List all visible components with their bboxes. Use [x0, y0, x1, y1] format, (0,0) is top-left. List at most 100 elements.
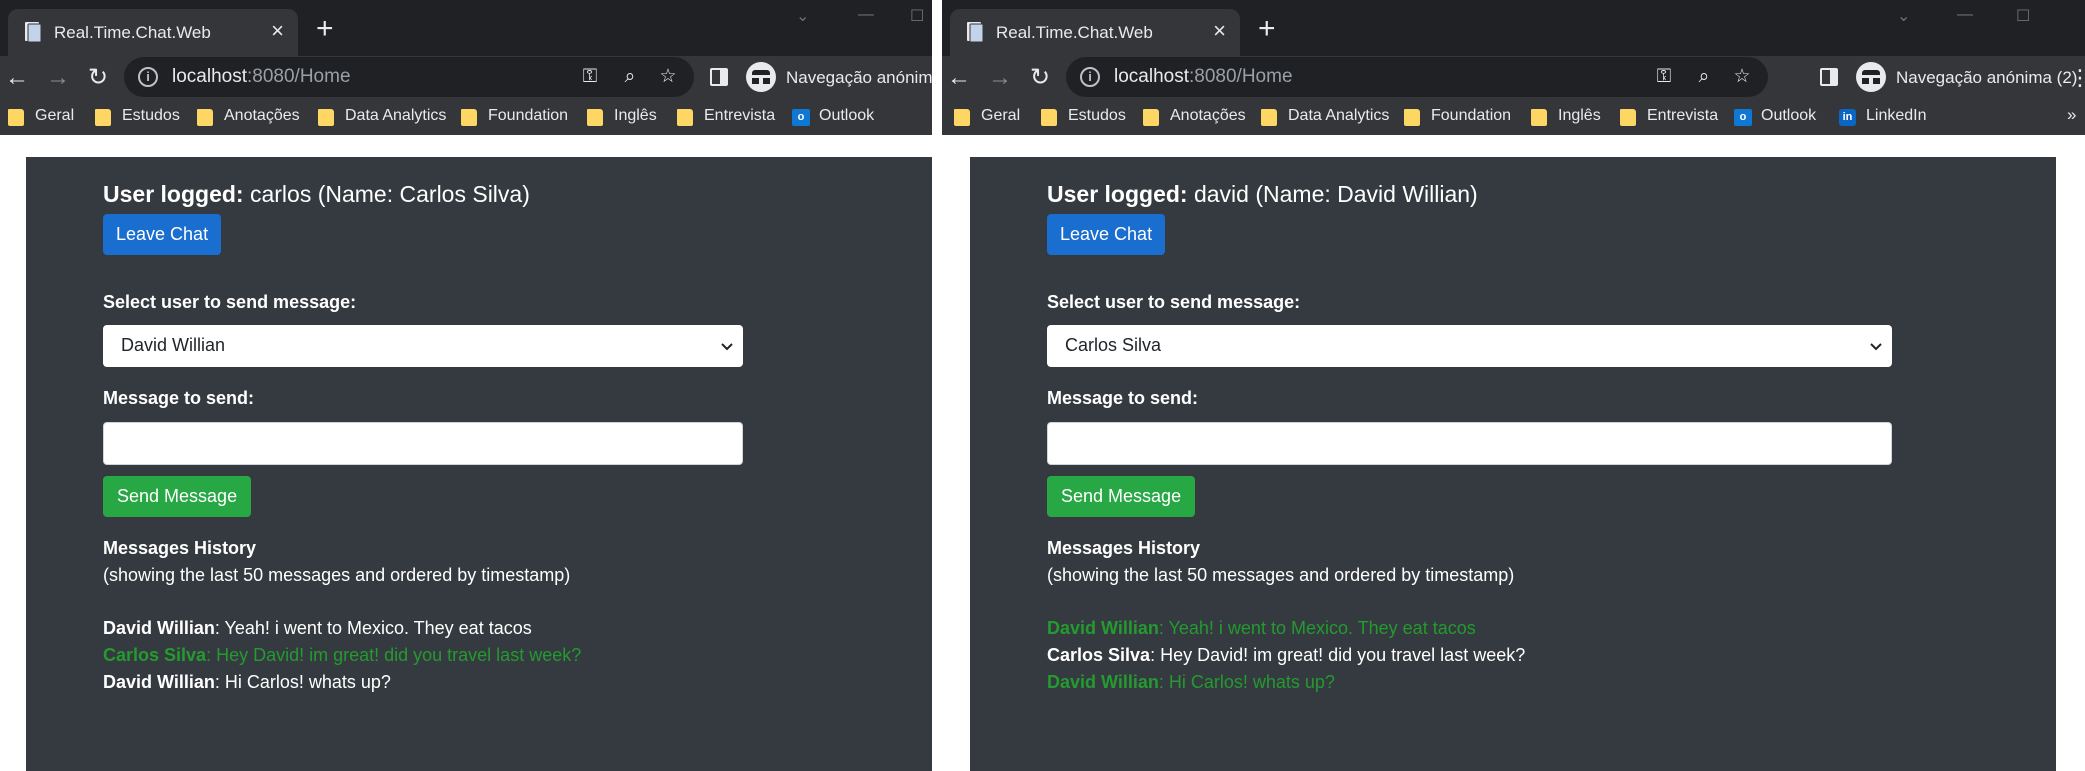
chat-panel: User logged: david (Name: David Willian)… — [970, 157, 2056, 771]
page-content: User logged: david (Name: David Willian)… — [942, 135, 2085, 771]
folder-icon — [954, 109, 970, 126]
messages-history-title: Messages History — [103, 538, 257, 558]
folder-icon — [1143, 109, 1159, 126]
chevron-down-icon[interactable]: ⌄ — [796, 6, 809, 26]
url-text: localhost:8080/Home — [172, 66, 351, 87]
page-icon — [25, 22, 42, 43]
chevron-down-icon — [721, 343, 733, 351]
folder-icon — [461, 109, 477, 126]
folder-icon — [1404, 109, 1420, 126]
tab-title: Real.Time.Chat.Web — [54, 23, 211, 42]
folder-icon — [95, 109, 111, 126]
window-divider — [932, 0, 942, 771]
message-item: David Willian: Hi Carlos! whats up? — [1047, 672, 1335, 692]
folder-icon — [587, 109, 603, 126]
incognito-label: Navegação anónima (2) — [1896, 68, 2078, 87]
message-item: David Willian: Yeah! i went to Mexico. T… — [1047, 618, 1476, 638]
folder-icon — [8, 109, 24, 126]
message-item: David Willian: Yeah! i went to Mexico. T… — [103, 618, 532, 638]
select-user-dropdown[interactable]: Carlos Silva — [1047, 325, 1892, 367]
info-icon[interactable]: i — [1080, 67, 1100, 87]
page-content: User logged: carlos (Name: Carlos Silva)… — [0, 135, 932, 771]
arrow-right-icon[interactable]: → — [984, 62, 1016, 94]
key-icon[interactable]: ⚿ — [1652, 65, 1676, 89]
side-panel-icon[interactable] — [710, 68, 728, 86]
tab-strip: Real.Time.Chat.Web × + ⌄ — ☐ — [942, 0, 2085, 56]
leave-chat-button[interactable]: Leave Chat — [103, 214, 222, 255]
tab-strip: Real.Time.Chat.Web × + ⌄ — ☐ — [0, 0, 932, 56]
minimize-icon[interactable]: — — [1957, 6, 1973, 24]
linkedin-icon: in — [1839, 109, 1856, 126]
reload-icon[interactable]: ↻ — [82, 62, 114, 94]
chevron-down-icon[interactable]: ⌄ — [1897, 6, 1910, 26]
new-tab-icon[interactable]: + — [316, 14, 334, 44]
bookmarks-bar: Geral Estudos Anotações Data Analytics F… — [942, 100, 2085, 134]
arrow-left-icon[interactable]: ← — [943, 62, 975, 94]
star-icon[interactable]: ☆ — [656, 65, 680, 89]
maximize-icon[interactable]: ☐ — [910, 6, 924, 26]
select-user-dropdown[interactable]: David Willian — [103, 325, 743, 367]
tab-close-icon[interactable]: × — [1213, 19, 1226, 43]
message-item: Carlos Silva: Hey David! im great! did y… — [1047, 645, 1526, 665]
key-icon[interactable]: ⚿ — [578, 65, 602, 89]
chat-panel: User logged: carlos (Name: Carlos Silva)… — [26, 157, 932, 771]
star-icon[interactable]: ☆ — [1730, 65, 1754, 89]
outlook-icon: o — [792, 109, 810, 126]
folder-icon — [197, 109, 213, 126]
browser-window-right: Real.Time.Chat.Web × + ⌄ — ☐ ← → ↻ i loc… — [942, 0, 2085, 771]
folder-icon — [318, 109, 334, 126]
incognito-label: Navegação anónima (2 — [786, 68, 932, 87]
reload-icon[interactable]: ↻ — [1024, 62, 1056, 94]
side-panel-icon[interactable] — [1820, 68, 1838, 86]
bookmarks-bar: Geral Estudos Anotações Data Analytics F… — [0, 100, 932, 134]
message-label: Message to send: — [103, 388, 255, 408]
bookmarks-more-icon[interactable]: » — [2067, 105, 2076, 125]
message-item: David Willian: Hi Carlos! whats up? — [103, 672, 391, 692]
arrow-right-icon[interactable]: → — [42, 62, 74, 94]
browser-window-left: Real.Time.Chat.Web × + ⌄ — ☐ ← → ↻ i loc… — [0, 0, 932, 771]
send-message-button[interactable]: Send Message — [1047, 476, 1196, 517]
messages-history-title: Messages History — [1047, 538, 1201, 558]
tab-real-time-chat[interactable]: Real.Time.Chat.Web × — [8, 9, 298, 56]
send-message-button[interactable]: Send Message — [103, 476, 252, 517]
message-item: Carlos Silva: Hey David! im great! did y… — [103, 645, 582, 665]
address-bar[interactable]: i localhost:8080/Home ⚿ ⌕ ☆ — [124, 57, 694, 97]
folder-icon — [677, 109, 693, 126]
maximize-icon[interactable]: ☐ — [2016, 6, 2030, 26]
outlook-icon: o — [1734, 109, 1752, 126]
user-logged: User logged: carlos (Name: Carlos Silva) — [103, 181, 530, 207]
tab-close-icon[interactable]: × — [271, 19, 284, 43]
message-input[interactable] — [103, 422, 743, 465]
message-input[interactable] — [1047, 422, 1892, 465]
leave-chat-button[interactable]: Leave Chat — [1047, 214, 1166, 255]
browser-chrome: Real.Time.Chat.Web × + ⌄ — ☐ ← → ↻ i loc… — [0, 0, 932, 135]
tab-title: Real.Time.Chat.Web — [996, 23, 1153, 42]
toolbar: ← → ↻ i localhost:8080/Home ⚿ ⌕ ☆ Navega… — [942, 56, 2085, 100]
chevron-down-icon — [1870, 343, 1882, 351]
messages-history-subtitle: (showing the last 50 messages and ordere… — [1047, 565, 1515, 585]
folder-icon — [1041, 109, 1057, 126]
new-tab-icon[interactable]: + — [1258, 14, 1276, 44]
tab-real-time-chat[interactable]: Real.Time.Chat.Web × — [950, 9, 1240, 56]
select-user-label: Select user to send message: — [103, 292, 357, 312]
minimize-icon[interactable]: — — [858, 6, 874, 24]
select-user-value: David Willian — [121, 335, 226, 355]
browser-chrome: Real.Time.Chat.Web × + ⌄ — ☐ ← → ↻ i loc… — [942, 0, 2085, 135]
folder-icon — [1620, 109, 1636, 126]
address-bar[interactable]: i localhost:8080/Home ⚿ ⌕ ☆ — [1066, 57, 1768, 97]
info-icon[interactable]: i — [138, 67, 158, 87]
toolbar: ← → ↻ i localhost:8080/Home ⚿ ⌕ ☆ Navega… — [0, 56, 932, 100]
page-icon — [967, 22, 984, 43]
zoom-icon[interactable]: ⌕ — [618, 65, 642, 89]
folder-icon — [1531, 109, 1547, 126]
select-user-label: Select user to send message: — [1047, 292, 1301, 312]
zoom-icon[interactable]: ⌕ — [1692, 65, 1716, 89]
arrow-left-icon[interactable]: ← — [1, 62, 33, 94]
folder-icon — [1261, 109, 1277, 126]
messages-history-subtitle: (showing the last 50 messages and ordere… — [103, 565, 571, 585]
url-text: localhost:8080/Home — [1114, 66, 1293, 87]
message-label: Message to send: — [1047, 388, 1199, 408]
menu-icon[interactable]: ⋮ — [2069, 62, 2085, 94]
user-logged: User logged: david (Name: David Willian) — [1047, 181, 1478, 207]
select-user-value: Carlos Silva — [1065, 335, 1162, 355]
